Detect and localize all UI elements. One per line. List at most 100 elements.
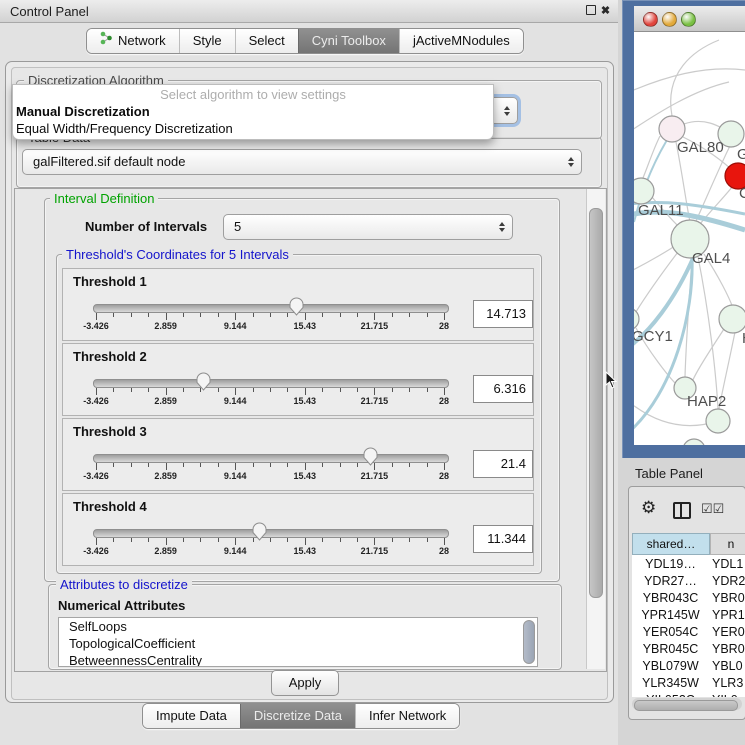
- main-scrollbar-thumb[interactable]: [589, 208, 603, 598]
- top-tab-bar: NetworkStyleSelect Cyni Toolbox jActiveMNo…: [86, 28, 524, 54]
- major-tick: [444, 538, 445, 545]
- minor-tick: [427, 463, 428, 467]
- minor-tick: [218, 313, 219, 317]
- major-tick: [166, 313, 167, 320]
- column-header-name[interactable]: n: [710, 533, 745, 555]
- major-tick: [96, 388, 97, 395]
- tick-label: 15.43: [282, 321, 328, 331]
- apply-button[interactable]: Apply: [271, 670, 339, 696]
- columns-icon[interactable]: [673, 502, 691, 519]
- tab-infer-network[interactable]: Infer Network: [355, 704, 459, 728]
- dropdown-item-1[interactable]: Manual Discretization: [15, 103, 492, 120]
- threshold-slider-thumb[interactable]: [288, 296, 305, 316]
- combo-stepper-icon: [568, 157, 574, 167]
- table-row[interactable]: YBL079WYBL0: [632, 659, 745, 676]
- minor-tick: [183, 538, 184, 542]
- cell-name: YIL0: [712, 693, 745, 697]
- major-tick: [444, 463, 445, 470]
- table-row[interactable]: YIL052CYIL0: [632, 693, 745, 697]
- cell-name: YER0: [712, 625, 745, 639]
- minor-tick: [409, 463, 410, 467]
- minor-tick: [340, 388, 341, 392]
- threshold-value-field[interactable]: 14.713: [473, 300, 533, 328]
- panel-title: Control Panel: [10, 4, 89, 19]
- threshold-slider-thumb[interactable]: [195, 371, 212, 391]
- network-window-titlebar[interactable]: [634, 6, 745, 32]
- table-row[interactable]: YBR045CYBR0: [632, 642, 745, 659]
- network-edge: [634, 69, 745, 92]
- minor-tick: [270, 313, 271, 317]
- network-node-h[interactable]: [719, 305, 745, 333]
- table-row[interactable]: YPR145WYPR1: [632, 608, 745, 625]
- major-tick: [235, 538, 236, 545]
- tick-label: 21.715: [351, 321, 397, 331]
- network-node[interactable]: [683, 439, 705, 445]
- minor-tick: [113, 313, 114, 317]
- close-traffic-light[interactable]: [643, 12, 658, 27]
- network-node[interactable]: [706, 409, 730, 433]
- float-window-icon[interactable]: [584, 5, 597, 18]
- tab-label: Cyni Toolbox: [312, 29, 386, 53]
- tab-discretize-data[interactable]: Discretize Data: [240, 704, 355, 728]
- minor-tick: [340, 538, 341, 542]
- minor-tick: [287, 388, 288, 392]
- minor-tick: [131, 313, 132, 317]
- tick-label: 9.144: [212, 321, 258, 331]
- close-icon[interactable]: ✖: [599, 5, 612, 18]
- table-data-combo[interactable]: galFiltered.sif default node: [22, 149, 582, 175]
- threshold-value-field[interactable]: 21.4: [473, 450, 533, 478]
- numerical-attributes-label: Numerical Attributes: [58, 598, 185, 613]
- threshold-value-field[interactable]: 11.344: [473, 525, 533, 553]
- network-node-gal11[interactable]: [634, 178, 654, 204]
- threshold-slider-track[interactable]: [93, 304, 449, 313]
- table-row[interactable]: YLR345WYLR3: [632, 676, 745, 693]
- threshold-slider-track[interactable]: [93, 454, 449, 463]
- minor-tick: [322, 463, 323, 467]
- control-panel: Control Panel ✖ NetworkStyleSelect Cyni T…: [0, 0, 618, 745]
- threshold-panel-2: Threshold 2-3.4262.8599.14415.4321.71528…: [62, 343, 534, 416]
- minimize-traffic-light[interactable]: [662, 12, 677, 27]
- tab-style[interactable]: Style: [179, 29, 235, 53]
- tick-label: 2.859: [143, 396, 189, 406]
- table-row[interactable]: YER054CYER0: [632, 625, 745, 642]
- attribute-item[interactable]: SelfLoops: [59, 618, 537, 635]
- tab-select[interactable]: Select: [235, 29, 298, 53]
- table-row[interactable]: YDR27…YDR2: [632, 574, 745, 591]
- network-edge: [698, 257, 718, 409]
- attributes-scrollbar-thumb[interactable]: [523, 620, 535, 664]
- minor-tick: [148, 538, 149, 542]
- minor-tick: [357, 388, 358, 392]
- table-row[interactable]: YBR043CYBR0: [632, 591, 745, 608]
- number-of-intervals-combo[interactable]: 5: [223, 214, 513, 240]
- tab-network[interactable]: Network: [87, 29, 179, 53]
- major-tick: [96, 313, 97, 320]
- attribute-item[interactable]: BetweennessCentrality: [59, 652, 537, 667]
- tab-cyni-toolbox[interactable]: Cyni Toolbox: [298, 29, 399, 53]
- threshold-slider-thumb[interactable]: [251, 521, 268, 541]
- node-label: GAL11: [638, 202, 684, 219]
- cell-shared-name: YBR045C: [632, 642, 709, 656]
- tab-impute-data[interactable]: Impute Data: [143, 704, 240, 728]
- tab-jactivemnodules[interactable]: jActiveMNodules: [399, 29, 523, 53]
- attribute-item[interactable]: TopologicalCoefficient: [59, 635, 537, 652]
- table-row[interactable]: YDL19…YDL1: [632, 557, 745, 574]
- minor-tick: [200, 463, 201, 467]
- dropdown-item-2[interactable]: Equal Width/Frequency Discretization: [15, 120, 492, 137]
- minor-tick: [218, 463, 219, 467]
- minor-tick: [218, 538, 219, 542]
- threshold-slider-thumb[interactable]: [362, 446, 379, 466]
- minor-tick: [322, 313, 323, 317]
- gear-icon[interactable]: ⚙: [641, 499, 656, 516]
- column-header-shared[interactable]: shared…: [632, 533, 710, 555]
- cell-name: YPR1: [712, 608, 745, 622]
- threshold-value-field[interactable]: 6.316: [473, 375, 533, 403]
- table-hscrollbar-thumb[interactable]: [634, 700, 738, 711]
- number-of-intervals-label: Number of Intervals: [85, 219, 207, 234]
- zoom-traffic-light[interactable]: [681, 12, 696, 27]
- minor-tick: [270, 538, 271, 542]
- threshold-slider-track[interactable]: [93, 379, 449, 388]
- threshold-slider-track[interactable]: [93, 529, 449, 538]
- checkbox-icons[interactable]: ☑☑: [701, 501, 724, 517]
- network-node-gcy1[interactable]: [634, 308, 639, 330]
- network-canvas[interactable]: GAL80GCGAL11GAL4GCY1HHAP2: [634, 32, 745, 445]
